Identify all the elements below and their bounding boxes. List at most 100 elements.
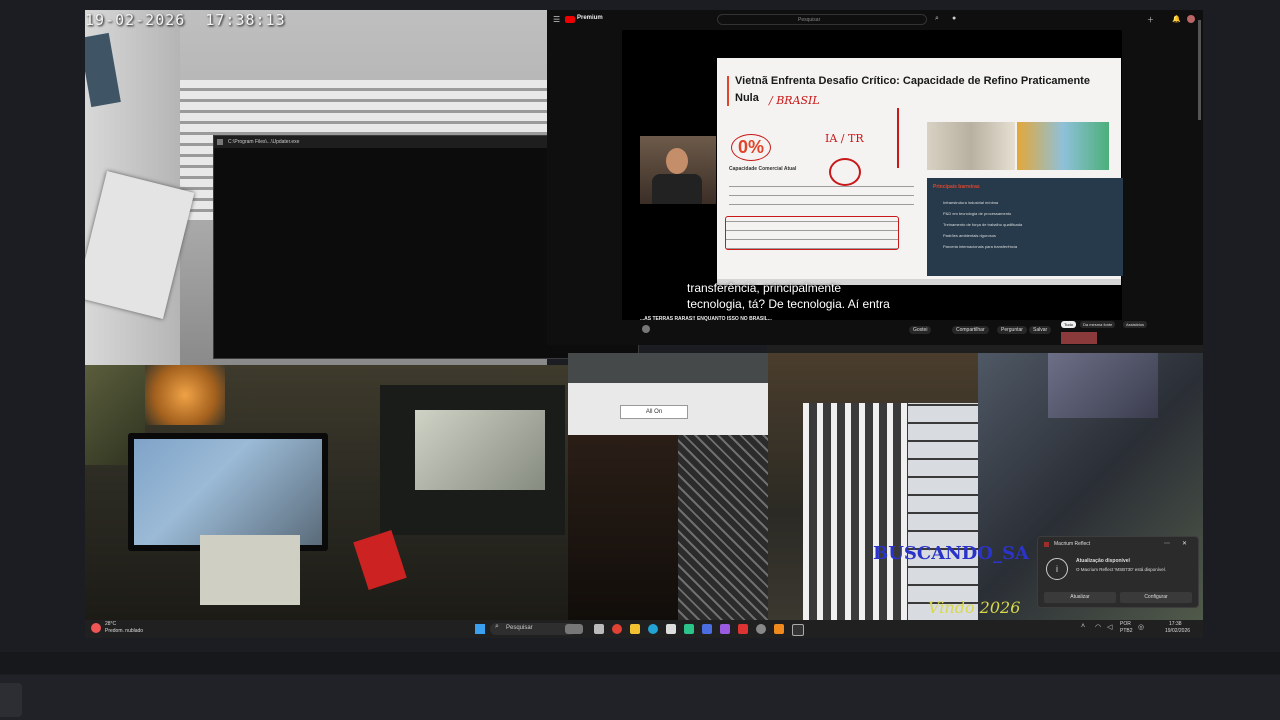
- channel-avatar[interactable]: [642, 325, 650, 333]
- app-green-icon[interactable]: [684, 624, 694, 634]
- slide-stat: 0%: [731, 134, 772, 161]
- presentation-slide: Vietnã Enfrenta Desafio Crítico: Capacid…: [717, 58, 1123, 285]
- toast-title: Atualização disponível: [1076, 558, 1130, 564]
- menu-icon[interactable]: ☰: [553, 15, 560, 24]
- slide-highlight-box: [725, 216, 899, 250]
- youtube-logo-icon[interactable]: [565, 16, 575, 23]
- slide-accent-bar: [727, 76, 729, 106]
- presenter-body: [652, 174, 702, 204]
- weather-icon[interactable]: [91, 623, 101, 633]
- ask-button[interactable]: Perguntar: [997, 326, 1027, 334]
- camera-timestamp: 19-02-2026 17:38:13: [85, 11, 286, 29]
- file-explorer-icon[interactable]: [630, 624, 640, 634]
- wifi-icon[interactable]: ◠: [1095, 623, 1101, 631]
- overlay-text-yellow: Vindo 2026: [928, 598, 1021, 617]
- chip-same-source[interactable]: Da mesma fonte: [1080, 321, 1116, 328]
- app-blue-icon[interactable]: [702, 624, 712, 634]
- camera-feed-bottom-center: [568, 435, 768, 620]
- scrollbar[interactable]: [1198, 20, 1201, 120]
- app-icon: [1044, 542, 1049, 547]
- search-highlight-icon[interactable]: [565, 624, 583, 634]
- barrier-item: Padrões ambientais rigorosos: [943, 233, 996, 238]
- laptop-screen: [128, 433, 328, 551]
- search-icon[interactable]: ⌕: [935, 15, 939, 23]
- start-icon[interactable]: [475, 624, 485, 634]
- edge-icon[interactable]: [648, 624, 658, 634]
- notepad-icon[interactable]: [666, 624, 676, 634]
- youtube-search-input[interactable]: Pesquisar: [717, 14, 927, 25]
- create-icon[interactable]: ＋: [1147, 15, 1154, 25]
- slide-body-text: [729, 183, 914, 213]
- all-on-button[interactable]: All On: [620, 405, 688, 419]
- caption-line2: tecnologia, tá? De tecnologia. Aí entra: [687, 297, 890, 311]
- update-button[interactable]: Atualizar: [1044, 592, 1116, 603]
- vlc-icon[interactable]: [774, 624, 784, 634]
- slide-photo-2: [1017, 122, 1109, 170]
- slide-stat-label: Capacidade Comercial Atual: [729, 166, 797, 172]
- task-view-icon[interactable]: [594, 624, 604, 634]
- weather-desc[interactable]: Predom. nublado: [105, 628, 143, 634]
- chip-all[interactable]: Tudo: [1061, 321, 1076, 328]
- bottom-bar-2: [0, 675, 1280, 720]
- youtube-logo-text: Premium: [577, 15, 603, 21]
- more-options-icon[interactable]: ⋯: [1164, 540, 1170, 547]
- bottom-left-tab[interactable]: [0, 683, 22, 717]
- barrier-item: Infraestrutura industrial mínima: [943, 200, 999, 205]
- toast-close-button[interactable]: ✕: [1182, 540, 1187, 547]
- handwritten-arrow: [897, 108, 899, 168]
- wall-lamp-glow: [145, 365, 225, 425]
- like-button[interactable]: Gostei: [909, 326, 932, 334]
- barrier-item: P&D em tecnologia de processamento: [943, 211, 1012, 216]
- wall-painting: [1048, 353, 1158, 418]
- tray-language[interactable]: POR: [1120, 621, 1131, 627]
- monitor-fragment-dark: [568, 353, 768, 383]
- youtube-screen: ☰ Premium Pesquisar ⌕ ● ＋ 🔔 Vietnã Enfre…: [547, 10, 1203, 345]
- share-button[interactable]: Compartilhar: [952, 326, 989, 334]
- tray-chevron-icon[interactable]: ˄: [1081, 623, 1085, 630]
- bottom-bar-1: [0, 652, 1280, 674]
- windows-taskbar: 28°C Predom. nublado ⌕ Pesquisar ˄ ◠ ◁ P…: [85, 620, 1203, 638]
- camera-feed-bottom-left: [85, 365, 568, 620]
- caption-line1: transferência, principalmente: [687, 281, 842, 295]
- tray-extra-icon[interactable]: ◎: [1138, 623, 1144, 631]
- tray-layout[interactable]: PTB2: [1120, 628, 1133, 634]
- volume-icon[interactable]: ◁: [1107, 623, 1112, 631]
- console-title: C:\Program Files\...\Updater.exe: [228, 139, 300, 145]
- handwritten-ia: IA / TR: [825, 132, 864, 145]
- door-bars: [803, 403, 923, 620]
- settings-icon[interactable]: [756, 624, 766, 634]
- suggested-video-thumb[interactable]: [1061, 332, 1097, 344]
- chrome-icon[interactable]: [612, 624, 622, 634]
- presenter-webcam: [640, 136, 716, 204]
- video-player[interactable]: Vietnã Enfrenta Desafio Crítico: Capacid…: [622, 30, 1123, 320]
- monitor-fragment: All On: [568, 353, 768, 435]
- barriers-panel: Principais barreiras Infraestrutura indu…: [927, 178, 1123, 276]
- save-button[interactable]: Salvar: [1029, 326, 1052, 334]
- slide-photo-1: [927, 122, 1015, 170]
- toast-message: O Macrium Reflect 'MSB730' está disponív…: [1076, 567, 1167, 572]
- terminal-icon[interactable]: [792, 624, 804, 636]
- mic-icon[interactable]: ●: [952, 15, 956, 22]
- weather-temp[interactable]: 28°C: [105, 621, 116, 627]
- monitor-right: [380, 385, 565, 535]
- chip-watched[interactable]: Assistidos: [1123, 321, 1148, 328]
- console-icon: [217, 139, 223, 145]
- taskbar-search-input[interactable]: [490, 623, 576, 635]
- barriers-heading: Principais barreiras: [933, 184, 980, 190]
- update-toast[interactable]: Macrium Reflect ⋯ ✕ i Atualização dispon…: [1037, 536, 1199, 608]
- toast-app-name: Macrium Reflect: [1054, 541, 1091, 547]
- avatar[interactable]: [1187, 15, 1195, 23]
- barrier-item: Treinamento de força de trabalho qualifi…: [943, 222, 1023, 227]
- app-red-icon[interactable]: [738, 624, 748, 634]
- notification-icon[interactable]: 🔔: [1172, 15, 1181, 23]
- video-title: ...AS TERRAS RARAS!! ENQUANTO ISSO NO BR…: [640, 316, 772, 322]
- clock-time[interactable]: 17:38: [1169, 621, 1182, 627]
- glass-blocks: [908, 403, 978, 620]
- handwritten-circle: [829, 158, 861, 186]
- app-purple-icon[interactable]: [720, 624, 730, 634]
- overlay-text-blue: BUSCANDO_SA: [873, 543, 1029, 564]
- configure-button[interactable]: Configurar: [1120, 592, 1192, 603]
- taskbar-search-icon: ⌕: [495, 623, 499, 630]
- slide-title-line1: Vietnã Enfrenta Desafio Crítico: Capacid…: [735, 75, 1090, 87]
- clock-date[interactable]: 19/02/2026: [1165, 628, 1190, 634]
